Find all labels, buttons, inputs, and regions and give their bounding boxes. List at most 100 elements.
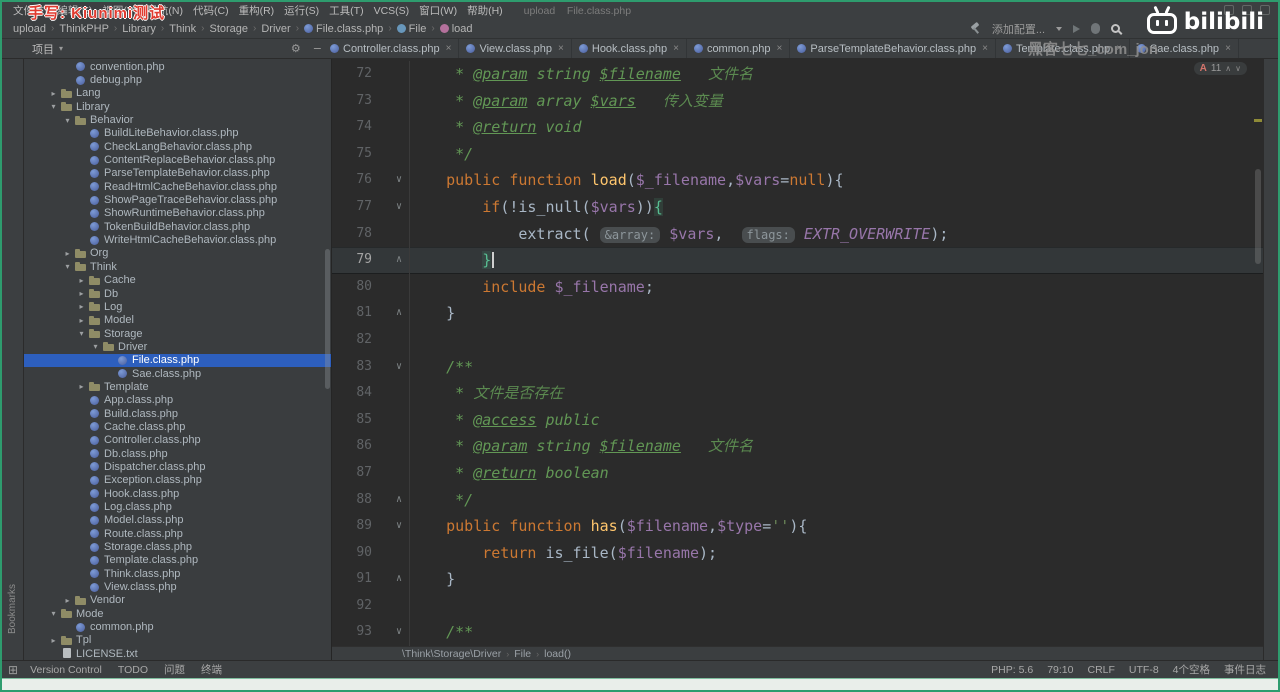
tree-row[interactable]: ▸ Model [24, 314, 331, 327]
fold-icon[interactable]: ∨ [372, 513, 409, 540]
tree-row[interactable]: Controller.class.php [24, 434, 331, 447]
code-line[interactable]: 84 * 文件是否存在 [332, 380, 1263, 407]
tree-row[interactable]: View.class.php [24, 580, 331, 593]
code-line[interactable]: 93 ∨ /** [332, 619, 1263, 646]
fold-icon[interactable]: ∧ [372, 247, 409, 274]
inspections-widget[interactable]: A 11 ∧ ∨ [1193, 62, 1247, 75]
editor-tab[interactable]: common.php × [687, 39, 791, 58]
menu-item[interactable]: 运行(S) [279, 3, 324, 18]
tree-row[interactable]: Think.class.php [24, 567, 331, 580]
tree-expand-arrow[interactable]: ▸ [75, 382, 88, 391]
status-item[interactable]: Version Control [30, 664, 102, 676]
breadcrumb-item[interactable]: ThinkPHP [58, 23, 110, 35]
tree-row[interactable]: ▸ Template [24, 380, 331, 393]
code-line[interactable]: 89 ∨ public function has($filename,$type=… [332, 513, 1263, 540]
tree-row[interactable]: ▸ Cache [24, 274, 331, 287]
tree-row[interactable]: BuildLiteBehavior.class.php [24, 127, 331, 140]
tree-expand-arrow[interactable]: ▸ [75, 276, 88, 285]
status-item[interactable]: 4个空格 [1173, 662, 1210, 677]
tree-row[interactable]: convention.php [24, 60, 331, 73]
breadcrumb-item[interactable]: load [439, 23, 474, 35]
tree-expand-arrow[interactable]: ▸ [61, 249, 74, 258]
tree-row[interactable]: ShowRuntimeBehavior.class.php [24, 207, 331, 220]
settings-gear-icon[interactable]: ⚙ [291, 42, 301, 55]
tree-row[interactable]: CheckLangBehavior.class.php [24, 140, 331, 153]
tree-row[interactable]: Build.class.php [24, 407, 331, 420]
tree-row[interactable]: ▸ Log [24, 300, 331, 313]
tree-row[interactable]: Log.class.php [24, 500, 331, 513]
tab-close-icon[interactable]: × [1225, 43, 1231, 54]
editor-scrollbar[interactable] [1253, 59, 1263, 646]
tree-row[interactable]: ▸ Vendor [24, 594, 331, 607]
error-stripe-mark[interactable] [1254, 119, 1262, 122]
tree-row[interactable]: Hook.class.php [24, 487, 331, 500]
tree-row[interactable]: Sae.class.php [24, 367, 331, 380]
breadcrumb-item[interactable]: Driver [260, 23, 291, 35]
editor-tab[interactable]: View.class.php × [459, 39, 572, 58]
tree-row[interactable]: ParseTemplateBehavior.class.php [24, 167, 331, 180]
fold-icon[interactable]: ∧ [372, 300, 409, 327]
fold-icon[interactable]: ∨ [372, 619, 409, 646]
code-line[interactable]: 90 return is_file($filename); [332, 539, 1263, 567]
prev-inspection-icon[interactable]: ∧ [1225, 64, 1231, 73]
menu-item[interactable]: VCS(S) [369, 5, 415, 17]
tree-row[interactable]: ▾ Driver [24, 340, 331, 353]
tree-row[interactable]: Route.class.php [24, 527, 331, 540]
breadcrumb-item[interactable]: File.class.php [303, 23, 384, 35]
tree-row[interactable]: App.class.php [24, 394, 331, 407]
code-area[interactable]: 72 * @param string $filename 文件名 73 * @pa… [332, 59, 1263, 646]
next-inspection-icon[interactable]: ∨ [1235, 64, 1241, 73]
tree-row[interactable]: ShowPageTraceBehavior.class.php [24, 193, 331, 206]
scrollbar-thumb[interactable] [1255, 169, 1261, 264]
breadcrumb-item[interactable]: Library [121, 23, 157, 35]
breadcrumb-item[interactable]: upload [12, 23, 47, 35]
tree-expand-arrow[interactable]: ▸ [75, 316, 88, 325]
status-item[interactable]: CRLF [1087, 664, 1114, 676]
menu-item[interactable]: 帮助(H) [462, 3, 508, 18]
breadcrumb-item[interactable]: File [396, 23, 428, 35]
tree-row[interactable]: Cache.class.php [24, 420, 331, 433]
tab-close-icon[interactable]: × [446, 43, 452, 54]
tree-row[interactable]: ▾ Storage [24, 327, 331, 340]
status-item[interactable]: UTF-8 [1129, 664, 1159, 676]
tab-close-icon[interactable]: × [982, 43, 988, 54]
code-line[interactable]: 82 [332, 326, 1263, 354]
editor-breadcrumb-item[interactable]: load() [544, 648, 571, 660]
code-line[interactable]: 74 * @return void [332, 114, 1263, 141]
tree-row[interactable]: ▸ Org [24, 247, 331, 260]
tree-row[interactable]: WriteHtmlCacheBehavior.class.php [24, 233, 331, 246]
code-line[interactable]: 88 ∧ */ [332, 486, 1263, 514]
tree-row[interactable]: ContentReplaceBehavior.class.php [24, 153, 331, 166]
tree-expand-arrow[interactable]: ▾ [89, 342, 102, 351]
tree-row[interactable]: Dispatcher.class.php [24, 460, 331, 473]
tree-row[interactable]: Db.class.php [24, 447, 331, 460]
code-line[interactable]: 79 ∧ } [332, 247, 1263, 274]
tree-expand-arrow[interactable]: ▸ [75, 289, 88, 298]
code-line[interactable]: 73 * @param array $vars 传入变量 [332, 87, 1263, 115]
tree-expand-arrow[interactable]: ▸ [75, 302, 88, 311]
project-panel-header[interactable]: 项目 ▾ ⚙ − [24, 39, 332, 58]
menu-item[interactable]: 重构(R) [234, 3, 280, 18]
tree-row[interactable]: Template.class.php [24, 554, 331, 567]
tree-row[interactable]: LICENSE.txt [24, 647, 331, 660]
tree-row[interactable]: ReadHtmlCacheBehavior.class.php [24, 180, 331, 193]
code-line[interactable]: 76 ∨ public function load($_filename,$var… [332, 167, 1263, 194]
tree-row[interactable]: debug.php [24, 73, 331, 86]
tree-scrollbar[interactable] [325, 249, 330, 389]
fold-icon[interactable]: ∧ [372, 487, 409, 514]
tree-expand-arrow[interactable]: ▾ [61, 116, 74, 125]
menu-item[interactable]: 窗口(W) [414, 3, 462, 18]
tree-row[interactable]: ▾ Behavior [24, 113, 331, 126]
status-item[interactable]: 终端 [201, 662, 222, 677]
menu-item[interactable]: 代码(C) [188, 3, 234, 18]
tree-row[interactable]: Storage.class.php [24, 540, 331, 553]
bookmarks-tool-button[interactable]: Bookmarks [7, 584, 18, 634]
tree-expand-arrow[interactable]: ▾ [61, 262, 74, 271]
tree-row[interactable]: ▾ Mode [24, 607, 331, 620]
editor-tab[interactable]: Hook.class.php × [572, 39, 687, 58]
tree-row[interactable]: common.php [24, 620, 331, 633]
tree-row[interactable]: ▸ Tpl [24, 634, 331, 647]
code-line[interactable]: 92 [332, 592, 1263, 620]
add-configuration-button[interactable]: 添加配置... [992, 21, 1045, 37]
code-line[interactable]: 91 ∧ } [332, 566, 1263, 593]
